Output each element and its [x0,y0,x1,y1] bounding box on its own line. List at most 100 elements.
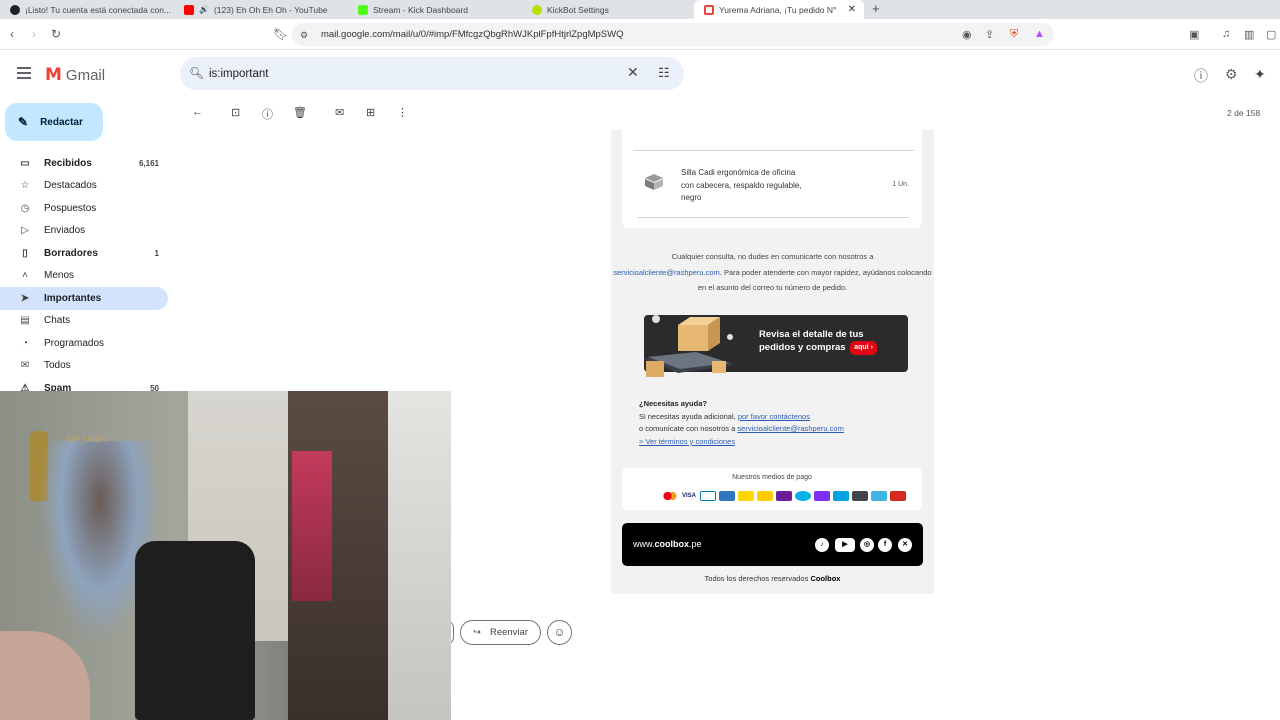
sidebar-item-programados[interactable]: ◔ Programados [0,332,168,355]
diners-icon [700,491,716,501]
eye-icon[interactable]: ◉ [962,28,972,41]
facebook-icon[interactable]: f [878,538,892,552]
terms-link[interactable]: > Ver términos y condiciones [639,437,735,446]
scheduled-icon: ◔ [21,337,29,349]
sidebar-item-importantes[interactable]: ➤ Importantes [0,287,168,310]
browser-tab[interactable]: Stream - Kick Dashboard [348,0,520,19]
sidebar-item-label: Programados [44,337,105,349]
help-icon[interactable]: ⓘ [1194,66,1208,86]
search-options-icon[interactable]: ☷ [658,65,670,81]
address-bar-row: ‹ › ↻ 🔖︎ mail.google.com/mail/u/0/#imp/F… [0,19,1280,50]
draft-icon: ▯ [22,247,28,259]
sidebar-item-borradores[interactable]: ▯ Borradores 1 [0,242,168,265]
contact-link[interactable]: por favor contáctenos [738,412,810,421]
banner-cta[interactable]: aquí › [850,341,877,355]
star-icon: ☆ [20,180,30,192]
url-field[interactable]: mail.google.com/mail/u/0/#imp/FMfcgzQbgR… [292,23,1054,46]
sidebar-item-count: 1 [154,248,159,258]
sidebar-item-label: Enviados [44,225,86,237]
rewards-icon[interactable]: ▲ [1034,28,1045,40]
clear-search-icon[interactable]: ✕ [627,64,639,81]
chevron-up-icon: ˄ [22,270,28,282]
more-options-icon[interactable]: ⋮ [397,106,408,119]
gemini-icon[interactable]: ✦ [1254,66,1266,83]
copyright: Todos los derechos reservados Coolbox [611,574,934,583]
sidebar-item-enviados[interactable]: ▷ Enviados [0,220,168,243]
product-quantity: 1 Un. [892,181,909,188]
close-tab-icon[interactable]: ✕ [848,4,856,15]
coolbox-site-link[interactable]: www.coolbox.pe [633,539,702,549]
sidebar-item-count: 6,161 [138,158,159,168]
x-icon[interactable]: ✕ [898,538,912,552]
share-icon[interactable]: ⇪ [985,28,994,41]
delete-icon[interactable]: 🗑︎ [293,106,307,119]
youtube-icon[interactable]: ▶ [835,538,855,552]
search-bar: 🔍︎ ✕ ☷ [180,57,684,90]
sidebar-item-label: Borradores [44,247,98,259]
banner-text: Revisa el detalle de tus pedidos y compr… [759,329,877,355]
sidebar-item-label: Chats [44,315,71,327]
forward-label: Reenviar [489,627,528,638]
kashio-icon [833,491,849,501]
gear-icon[interactable]: ⚙ [1225,66,1238,83]
sidebar-item-pospuestos[interactable]: ◷ Pospuestos [0,197,168,220]
back-arrow-icon[interactable]: ← [192,106,203,118]
forward-button[interactable]: ↪ Reenviar [460,620,541,645]
pencil-icon: ✎ [18,115,29,129]
report-spam-icon[interactable]: ⓘ [262,106,273,122]
back-button[interactable]: ‹ [10,27,14,41]
boxes-laptop-illustration [644,315,734,377]
mail-icon: ✉ [20,360,30,372]
sidebar-nav: ▭ Recibidos 6,161 ☆ Destacados ◷ Pospues… [0,152,175,400]
screenshot-icon[interactable]: ▣ [1189,28,1199,41]
support-email-link[interactable]: servicioalcliente@rashperu.com [737,424,843,433]
search-input[interactable] [209,65,589,82]
sidebar-item-label: Menos [44,270,75,282]
app-name: Gmail [65,66,106,84]
browser-tab[interactable]: KickBot Settings [522,0,694,19]
compose-button[interactable]: ✎ Redactar [5,103,103,141]
browser-tab[interactable]: ¡Listo! Tu cuenta está conectada con... [0,0,172,19]
bookmark-icon[interactable]: 🔖︎ [273,27,288,41]
instagram-icon[interactable]: ◎ [860,538,874,552]
media-icon[interactable]: ♫ [1222,28,1230,40]
site-info-icon[interactable]: ⚙ [300,30,308,41]
sidebar-item-recibidos[interactable]: ▭ Recibidos 6,161 [0,152,168,175]
cam-clothes [292,451,332,601]
bbva-icon [757,491,773,501]
sidebar-item-destacados[interactable]: ☆ Destacados [0,175,168,198]
yape-icon [776,491,792,501]
sidebar-item-todos[interactable]: ✉ Todos [0,355,168,378]
sidebar-item-chats[interactable]: ▤ Chats [0,310,168,333]
emoji-reaction-button[interactable]: ☺ [547,620,572,645]
browser-tab[interactable]: 🔊 (123) Eh Oh Eh Oh - YouTube [174,0,346,19]
sidebar-item-menos[interactable]: ˄ Menos [0,265,168,288]
important-icon: ➤ [20,292,30,304]
payment-title: Nuestros medios de pago [732,474,812,481]
reload-button[interactable]: ↻ [51,27,61,41]
wallet-icon[interactable]: ▢ [1266,28,1276,41]
new-tab-button[interactable]: + [872,1,880,16]
gmail-header: M Gmail 🔍︎ ✕ ☷ ⓘ ⚙ ✦ [0,50,1280,98]
menu-icon[interactable] [17,67,31,79]
orders-banner[interactable]: Revisa el detalle de tus pedidos y compr… [644,315,908,377]
gmail-favicon-icon [704,4,714,15]
support-email-link[interactable]: servicioalcliente@rashperu.com [613,268,719,277]
move-to-icon[interactable]: ⊞ [366,106,375,119]
url-text: mail.google.com/mail/u/0/#imp/FMfcgzQbgR… [321,29,624,40]
forward-button[interactable]: › [32,27,36,41]
product-box-icon [645,174,663,190]
archive-icon[interactable]: ⊡ [231,106,240,119]
sidebar-icon[interactable]: ▥ [1244,28,1254,41]
clock-icon: ◷ [20,202,30,214]
shield-icon[interactable]: ⛨ [1010,28,1018,41]
help-title: ¿Necesitas ayuda? [639,399,707,408]
browser-tab-active[interactable]: Yurema Adriana, ¡Tu pedido N° ✕ [694,0,864,19]
mark-unread-icon[interactable]: ✉ [335,106,344,119]
search-icon[interactable]: 🔍︎ [189,66,204,80]
sidebar-item-label: Pospuestos [44,202,97,214]
gmail-logo[interactable]: M Gmail [45,65,105,85]
tiktok-icon[interactable]: ♪ [815,538,829,552]
kick-icon [358,4,368,15]
youtube-icon [184,4,194,15]
